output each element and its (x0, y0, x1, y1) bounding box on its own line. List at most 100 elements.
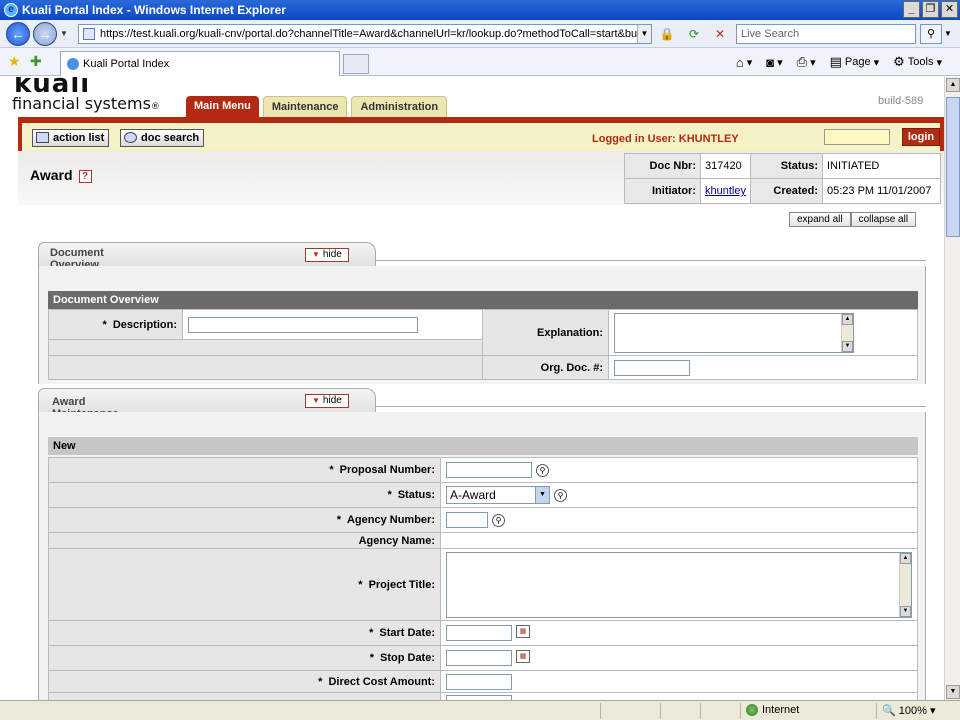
chevron-down-icon[interactable]: ▼ (535, 487, 549, 503)
page-icon (83, 28, 95, 40)
zoom-icon: 🔍 (882, 705, 896, 717)
ie-logo-icon: e (4, 3, 18, 17)
scroll-up-icon[interactable]: ▲ (842, 313, 853, 325)
document-overview-table: * Description: Explanation: ▲ ▼ Org. Doc.… (48, 309, 918, 380)
forward-button[interactable]: → (33, 22, 57, 46)
org-doc-input[interactable] (614, 359, 690, 376)
add-favorite-icon[interactable]: ✚ (30, 53, 42, 70)
project-title-textarea[interactable]: ▲ ▼ (446, 551, 912, 618)
status-select[interactable]: A-Award ▼ (446, 486, 550, 504)
status-bar: Internet 🔍 100% ▾ (0, 700, 960, 720)
created-value: 05:23 PM 11/01/2007 (822, 178, 941, 204)
status-label: Status: (750, 153, 823, 179)
tab-administration[interactable]: Administration (351, 96, 448, 117)
direct-cost-input[interactable] (446, 673, 512, 690)
restore-button[interactable]: ❐ (922, 1, 939, 18)
scrollbar-thumb[interactable] (946, 97, 960, 237)
award-fields-table: * Proposal Number: ⚲ * Status: A-Award ▼ ⚲ *… (48, 457, 918, 700)
triangle-down-icon: ▼ (312, 396, 320, 405)
agency-number-input[interactable] (446, 512, 488, 528)
tab-main-menu[interactable]: Main Menu (186, 96, 259, 117)
url-input[interactable]: https://test.kuali.org/kuali-cnv/portal.… (78, 24, 652, 44)
doc-nbr-label: Doc Nbr: (624, 153, 701, 179)
tools-menu[interactable]: ⚙ Tools ▾ (893, 54, 942, 70)
document-info-table: Doc Nbr: 317420 Status: INITIATED Initia… (624, 153, 941, 204)
new-section-header: New (48, 437, 918, 455)
stop-date-cell: ▦ (440, 645, 918, 671)
login-button[interactable]: login (902, 128, 940, 146)
page-menu[interactable]: ▤ Page ▾ (830, 54, 880, 70)
start-date-input[interactable] (446, 625, 512, 641)
hide-award-maintenance-button[interactable]: ▼ hide (305, 394, 349, 408)
agency-lookup-icon[interactable]: ⚲ (492, 513, 505, 527)
hide-document-overview-button[interactable]: ▼ hide (305, 248, 349, 262)
scroll-down-icon[interactable]: ▼ (900, 605, 911, 617)
doc-nbr-value: 317420 (700, 153, 751, 179)
print-button[interactable]: ⎙ ▾ (797, 54, 816, 70)
stop-date-input[interactable] (446, 650, 512, 666)
browser-tab-kuali[interactable]: Kuali Portal Index (60, 51, 340, 76)
new-tab-button[interactable] (343, 54, 369, 74)
scroll-down-icon[interactable]: ▼ (946, 685, 960, 699)
direct-cost-label: * Direct Cost Amount: (48, 670, 441, 693)
close-window-button[interactable]: ✕ (941, 1, 958, 18)
description-label: * Description: (48, 309, 183, 340)
printer-icon: ⎙ (796, 54, 808, 69)
tab-maintenance[interactable]: Maintenance (262, 96, 348, 117)
favorites-star-icon[interactable]: ★ (8, 53, 21, 70)
lock-icon[interactable]: 🔒 (657, 25, 677, 43)
explanation-label: Explanation: (482, 309, 609, 356)
page-viewport: kuali financial systems® Main Menu Maint… (0, 77, 944, 700)
tab-page-icon (67, 58, 79, 70)
rss-icon: ◙ (766, 54, 775, 70)
scroll-up-icon[interactable]: ▲ (900, 552, 911, 564)
project-title-label: * Project Title: (48, 548, 441, 621)
home-button[interactable]: ⌂ ▾ (736, 55, 752, 70)
doc-search-button[interactable]: doc search (120, 129, 205, 147)
status-lookup-icon[interactable]: ⚲ (554, 488, 567, 502)
search-icon[interactable]: ⚲ (920, 24, 942, 44)
stop-date-label: * Stop Date: (48, 645, 441, 671)
address-bar: ← → ▼ https://test.kuali.org/kuali-cnv/p… (0, 20, 960, 48)
agency-name-label: Agency Name: (48, 532, 441, 549)
created-label: Created: (750, 178, 823, 204)
browser-tab-bar: ★ ✚ Kuali Portal Index ⌂ ▾ ◙ ▾ ⎙ ▾ ▤ Page ▾ ⚙… (0, 48, 960, 76)
scroll-up-icon[interactable]: ▲ (946, 78, 960, 92)
explanation-scrollbar[interactable]: ▲ ▼ (841, 313, 853, 352)
live-search-input[interactable]: Live Search (736, 24, 916, 44)
proposal-number-input[interactable] (446, 462, 532, 478)
search-dropdown-icon[interactable]: ▼ (944, 24, 952, 44)
kuali-logo-subtitle: financial systems® (12, 94, 160, 113)
page-scrollbar[interactable]: ▲ ▼ (944, 77, 960, 700)
zoom-level[interactable]: 🔍 100% ▾ (882, 704, 935, 717)
explanation-cell: ▲ ▼ (608, 309, 918, 356)
document-header: Award? Doc Nbr: 317420 Status: INITIATED… (18, 151, 944, 205)
back-button[interactable]: ← (6, 22, 30, 46)
org-doc-label: Org. Doc. #: (482, 355, 609, 380)
description-cell (182, 309, 483, 340)
project-title-scrollbar[interactable]: ▲ ▼ (899, 552, 911, 617)
page-menu-icon: ▤ (829, 54, 842, 69)
url-dropdown-icon[interactable]: ▼ (637, 25, 651, 43)
scroll-down-icon[interactable]: ▼ (842, 340, 853, 352)
initiator-link[interactable]: khuntley (705, 185, 746, 197)
build-label: build-589 (878, 95, 924, 107)
triangle-down-icon: ▼ (312, 250, 320, 259)
user-toolbar: action list doc search Logged in User: K… (18, 123, 944, 151)
calendar-icon[interactable]: ▦ (516, 625, 530, 638)
collapse-all-button[interactable]: collapse all (850, 212, 917, 227)
calendar-icon[interactable]: ▦ (516, 650, 530, 663)
recent-pages-dropdown-icon[interactable]: ▼ (60, 29, 68, 38)
minimize-button[interactable]: _ (903, 1, 920, 18)
expand-all-button[interactable]: expand all (789, 212, 851, 227)
help-icon[interactable]: ? (78, 169, 92, 183)
stop-icon[interactable]: ✕ (710, 25, 730, 43)
feeds-button[interactable]: ◙ ▾ (766, 55, 782, 70)
action-list-button[interactable]: action list (32, 129, 110, 147)
proposal-lookup-icon[interactable]: ⚲ (536, 463, 549, 477)
backdoor-login-input[interactable] (824, 129, 890, 145)
refresh-icon[interactable]: ⟳ (684, 25, 704, 43)
main-tabs: Main Menu Maintenance Administration (186, 96, 448, 117)
description-input[interactable] (188, 316, 418, 333)
explanation-textarea[interactable]: ▲ ▼ (614, 312, 854, 353)
